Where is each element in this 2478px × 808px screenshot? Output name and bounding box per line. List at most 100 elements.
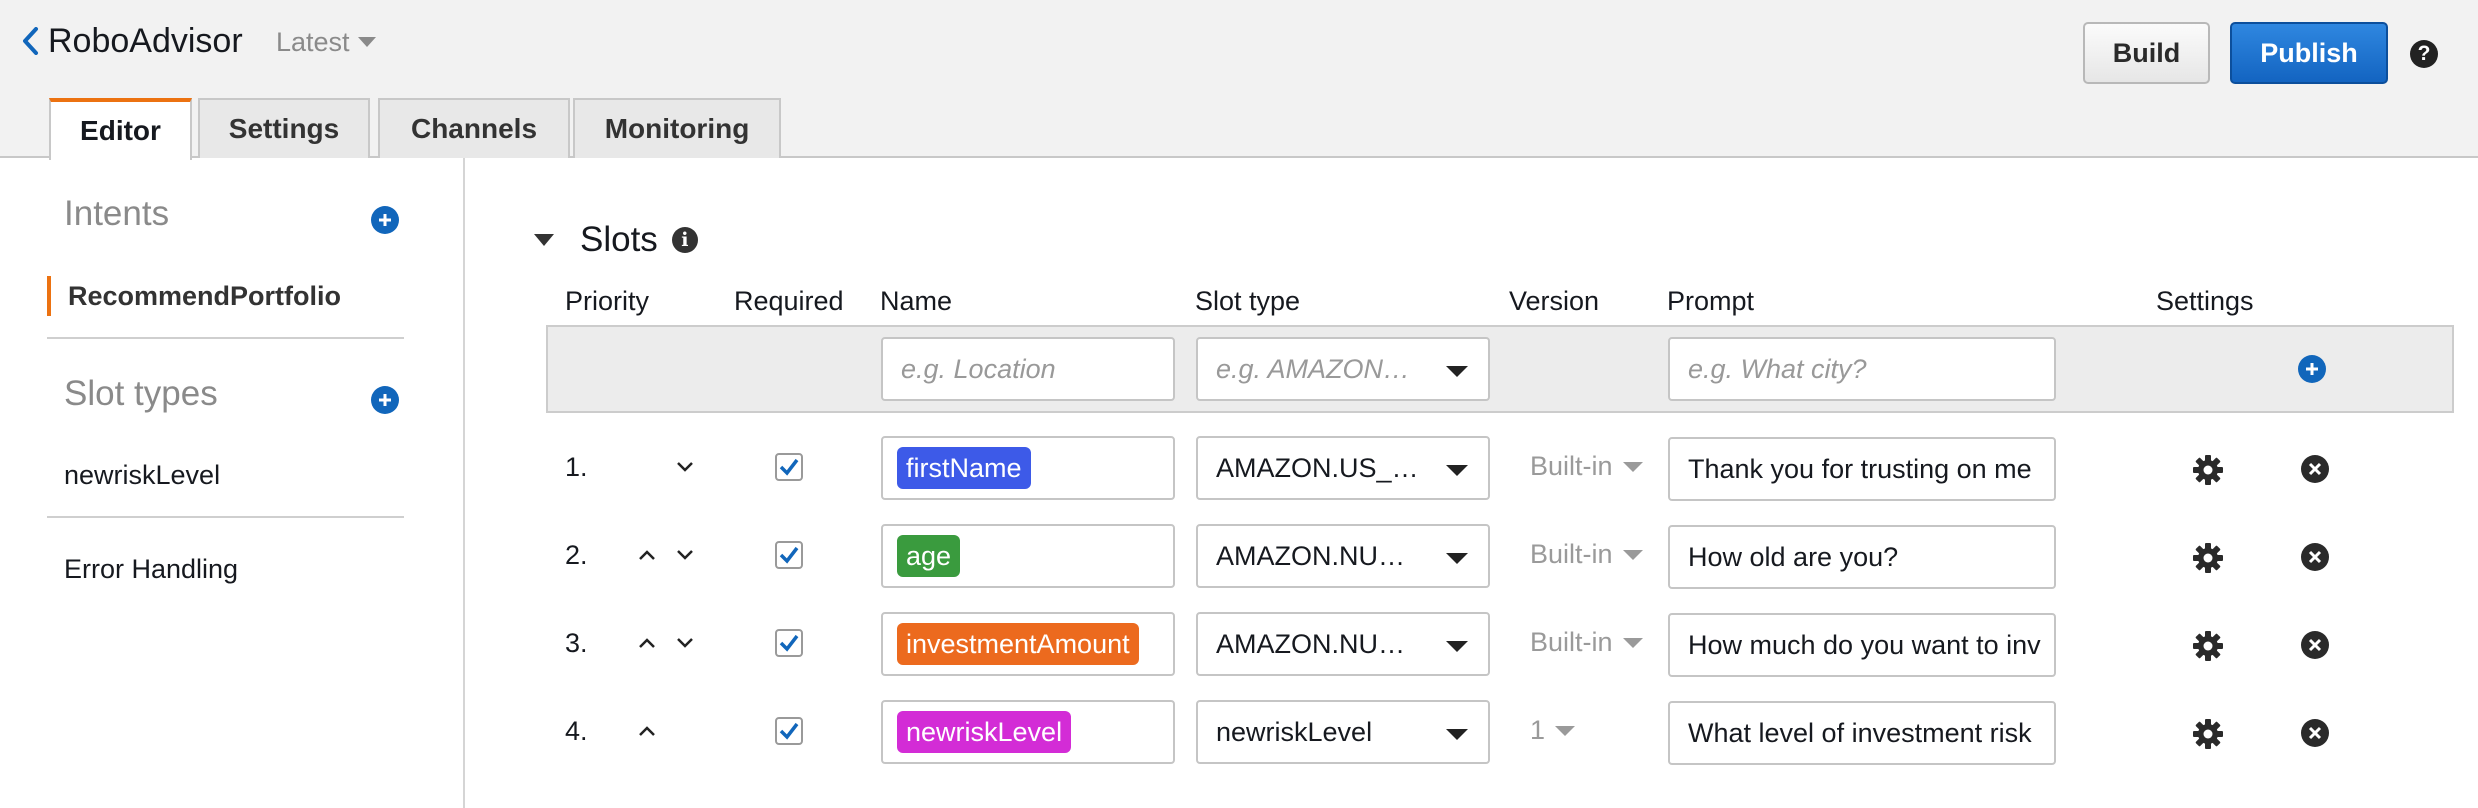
remove-slot-icon[interactable] bbox=[2301, 543, 2329, 571]
slot-name-tag: newriskLevel bbox=[897, 711, 1072, 753]
prompt-value: What level of investment risk bbox=[1688, 717, 2032, 748]
row-priority: 2. bbox=[565, 540, 588, 570]
new-slot-row bbox=[546, 325, 2454, 413]
sidebar-item-recommendportfolio[interactable]: RecommendPortfolio bbox=[47, 276, 404, 316]
tab-monitoring[interactable]: Monitoring bbox=[573, 98, 781, 158]
slot-name-field[interactable]: firstName bbox=[881, 436, 1175, 500]
prompt-value: Thank you for trusting on me bbox=[1688, 453, 2032, 484]
help-icon[interactable]: ? bbox=[2410, 40, 2438, 68]
gear-icon[interactable] bbox=[2192, 718, 2224, 750]
slot-name-tag: age bbox=[897, 535, 961, 577]
slot-name-field[interactable]: newriskLevel bbox=[881, 700, 1175, 764]
row-priority: 1. bbox=[565, 452, 588, 482]
required-checkbox[interactable] bbox=[775, 453, 803, 481]
divider bbox=[47, 516, 404, 518]
chevron-left-icon bbox=[14, 18, 46, 64]
row-priority: 3. bbox=[565, 628, 588, 658]
col-required: Required bbox=[734, 286, 844, 316]
version-value: Built-in bbox=[1530, 627, 1613, 657]
prompt-field[interactable]: How old are you? bbox=[1668, 525, 2056, 589]
app-header: RoboAdvisor Latest Build Publish ? Edito… bbox=[0, 0, 2478, 160]
new-slot-type-placeholder: e.g. AMAZON… bbox=[1216, 353, 1411, 384]
chevron-up-icon[interactable] bbox=[634, 542, 660, 568]
tab-settings[interactable]: Settings bbox=[198, 98, 370, 158]
col-prompt: Prompt bbox=[1667, 286, 1755, 316]
prompt-field[interactable]: What level of investment risk bbox=[1668, 701, 2056, 765]
caret-down-icon bbox=[357, 37, 376, 47]
slot-name-tag: investmentAmount bbox=[897, 623, 1139, 665]
new-slot-prompt-placeholder: e.g. What city? bbox=[1688, 353, 1867, 384]
version-value: Built-in bbox=[1530, 539, 1613, 569]
version-value: Built-in bbox=[1530, 451, 1613, 481]
chevron-down-icon[interactable] bbox=[672, 542, 698, 568]
slot-name-field[interactable]: investmentAmount bbox=[881, 612, 1175, 676]
required-checkbox[interactable] bbox=[775, 541, 803, 569]
new-slot-prompt-input[interactable]: e.g. What city? bbox=[1668, 337, 2056, 401]
version-dropdown[interactable]: Latest bbox=[276, 24, 376, 60]
chevron-down-icon[interactable] bbox=[672, 454, 698, 480]
caret-down-icon bbox=[1622, 549, 1643, 560]
slot-types-heading: Slot types bbox=[64, 374, 218, 413]
chevron-up-icon[interactable] bbox=[634, 718, 660, 744]
gear-icon[interactable] bbox=[2192, 630, 2224, 662]
required-checkbox[interactable] bbox=[775, 629, 803, 657]
slot-type-value: AMAZON.NU… bbox=[1216, 628, 1405, 659]
prompt-field[interactable]: How much do you want to inv bbox=[1668, 613, 2056, 677]
sidebar: Intents RecommendPortfolio Slot types ne… bbox=[0, 158, 465, 808]
add-slot-icon[interactable] bbox=[2298, 355, 2326, 383]
col-name: Name bbox=[880, 286, 953, 316]
gear-icon[interactable] bbox=[2192, 454, 2224, 486]
version-select[interactable]: Built-in bbox=[1530, 627, 1643, 658]
new-slot-type-select[interactable]: e.g. AMAZON… bbox=[1196, 337, 1490, 401]
slot-type-value: AMAZON.US_… bbox=[1216, 452, 1419, 483]
slot-type-select[interactable]: AMAZON.US_… bbox=[1196, 436, 1490, 500]
publish-button[interactable]: Publish bbox=[2230, 22, 2388, 84]
remove-slot-icon[interactable] bbox=[2301, 455, 2329, 483]
slot-type-select[interactable]: AMAZON.NU… bbox=[1196, 524, 1490, 588]
info-icon[interactable]: i bbox=[671, 227, 698, 253]
caret-down-icon bbox=[1446, 641, 1468, 652]
back-link[interactable]: RoboAdvisor bbox=[14, 18, 243, 64]
slot-name-field[interactable]: age bbox=[881, 524, 1175, 588]
divider bbox=[47, 337, 404, 339]
sidebar-item-error-handling[interactable]: Error Handling bbox=[64, 554, 238, 585]
chevron-down-icon[interactable] bbox=[672, 630, 698, 656]
caret-down-icon bbox=[1555, 725, 1576, 736]
tab-editor[interactable]: Editor bbox=[49, 98, 192, 160]
collapse-icon[interactable] bbox=[534, 234, 554, 246]
add-slot-type-icon[interactable] bbox=[371, 386, 399, 414]
caret-down-icon bbox=[1622, 637, 1643, 648]
col-version: Version bbox=[1509, 286, 1600, 316]
slot-type-select[interactable]: AMAZON.NU… bbox=[1196, 612, 1490, 676]
slot-name-tag: firstName bbox=[897, 447, 1031, 489]
col-settings: Settings bbox=[2156, 286, 2254, 316]
prompt-value: How much do you want to inv bbox=[1688, 629, 2041, 660]
caret-down-icon bbox=[1446, 553, 1468, 564]
caret-down-icon bbox=[1622, 461, 1643, 472]
new-slot-name-placeholder: e.g. Location bbox=[901, 353, 1056, 384]
version-value: 1 bbox=[1530, 715, 1546, 745]
gear-icon[interactable] bbox=[2192, 542, 2224, 574]
version-select[interactable]: Built-in bbox=[1530, 451, 1643, 482]
version-select[interactable]: Built-in bbox=[1530, 539, 1643, 570]
col-slot-type: Slot type bbox=[1195, 286, 1301, 316]
chevron-up-icon[interactable] bbox=[634, 630, 660, 656]
bot-name: RoboAdvisor bbox=[48, 21, 243, 60]
required-checkbox[interactable] bbox=[775, 717, 803, 745]
add-intent-icon[interactable] bbox=[371, 206, 399, 234]
slot-type-value: AMAZON.NU… bbox=[1216, 540, 1405, 571]
prompt-field[interactable]: Thank you for trusting on me bbox=[1668, 437, 2056, 501]
remove-slot-icon[interactable] bbox=[2301, 719, 2329, 747]
prompt-value: How old are you? bbox=[1688, 541, 1899, 572]
new-slot-name-input[interactable]: e.g. Location bbox=[881, 337, 1175, 401]
slots-title: Slots bbox=[580, 220, 658, 259]
build-button[interactable]: Build bbox=[2083, 22, 2210, 84]
remove-slot-icon[interactable] bbox=[2301, 631, 2329, 659]
version-select[interactable]: 1 bbox=[1530, 715, 1576, 746]
caret-down-icon bbox=[1446, 729, 1468, 740]
slot-type-select[interactable]: newriskLevel bbox=[1196, 700, 1490, 764]
tab-channels[interactable]: Channels bbox=[378, 98, 570, 158]
slots-section-header: Slots i bbox=[534, 216, 698, 264]
sidebar-item-newrisklevel[interactable]: newriskLevel bbox=[64, 460, 220, 491]
caret-down-icon bbox=[1446, 465, 1468, 476]
